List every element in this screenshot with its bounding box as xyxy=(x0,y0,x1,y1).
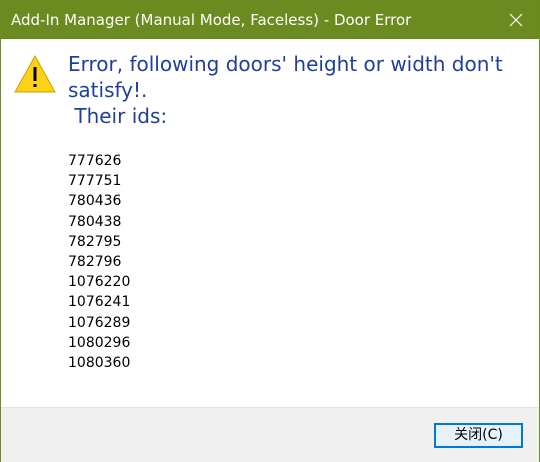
door-id-item: 1076289 xyxy=(68,314,131,331)
door-id-item: 1080360 xyxy=(68,355,131,372)
title-bar[interactable]: Add-In Manager (Manual Mode, Faceless) -… xyxy=(1,1,539,39)
error-message: Error, following doors' height or width … xyxy=(68,52,503,128)
door-id-item: 1076241 xyxy=(68,294,131,311)
door-id-item: 1076220 xyxy=(68,274,131,291)
door-id-item: 777626 xyxy=(68,153,122,169)
close-button[interactable]: 关闭(C) xyxy=(434,423,523,448)
door-id-item: 782796 xyxy=(68,254,122,271)
button-area: 关闭(C) xyxy=(1,407,539,462)
warning-icon xyxy=(14,55,56,93)
dialog-content: Error, following doors' height or width … xyxy=(1,39,539,407)
door-id-list: 777626 777751 780436 780438 782795 782796 1076… xyxy=(68,151,130,373)
door-id-item: 1080296 xyxy=(68,334,131,351)
window-title: Add-In Manager (Manual Mode, Faceless) -… xyxy=(11,11,412,29)
door-id-item: 777751 xyxy=(68,173,122,190)
door-id-item: 780438 xyxy=(68,213,122,230)
door-id-item: 780436 xyxy=(68,193,122,210)
door-id-item: 782795 xyxy=(68,233,122,250)
dialog-window: Add-In Manager (Manual Mode, Faceless) -… xyxy=(0,0,540,462)
close-icon xyxy=(509,13,523,27)
close-window-button[interactable] xyxy=(493,1,539,39)
